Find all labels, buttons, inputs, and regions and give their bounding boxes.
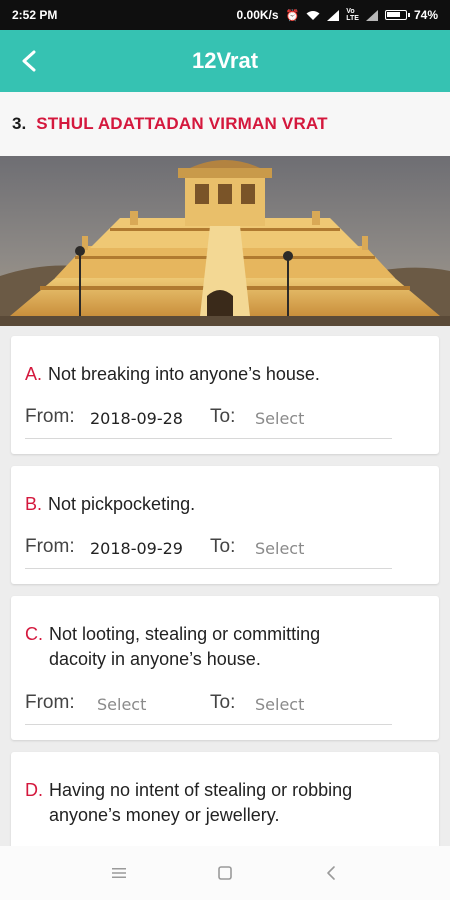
from-underline [25, 438, 210, 439]
from-underline [25, 568, 210, 569]
to-label: To: [210, 536, 236, 557]
from-date-field[interactable]: Select [97, 695, 146, 714]
section-header: 3. STHUL ADATTADAN VIRMAN VRAT [0, 92, 450, 156]
from-label: From: [25, 406, 75, 427]
vow-description-line2: dacoity in anyone’s house. [49, 649, 261, 669]
vow-description-line1: Not looting, stealing or committing [49, 624, 321, 644]
menu-icon [112, 868, 126, 878]
from-label: From: [25, 536, 75, 557]
back-triangle-icon [327, 866, 335, 880]
menu-button[interactable] [106, 860, 132, 886]
vow-letter: B. [25, 494, 43, 514]
home-square-icon [218, 866, 232, 880]
from-underline [25, 724, 210, 725]
vow-description-line1: Having no intent of stealing or robbing [49, 780, 353, 800]
to-date-field[interactable]: Select [255, 695, 304, 714]
date-row: From: 2018-09-29 To: Select [25, 530, 395, 570]
vow-text: D. Having no intent of stealing or robbin… [25, 778, 425, 828]
to-date-field[interactable]: Select [255, 409, 304, 428]
chevron-left-icon [22, 50, 36, 72]
vow-description: Not pickpocketing. [48, 494, 196, 514]
system-back-button[interactable] [318, 860, 344, 886]
vow-description: Not breaking into anyone’s house. [48, 364, 320, 384]
from-date-field[interactable]: 2018-09-28 [90, 409, 183, 428]
signal-icon [327, 9, 340, 21]
temple-image [0, 156, 450, 326]
vow-text: A. Not breaking into anyone’s house. [25, 362, 425, 387]
to-underline [210, 438, 392, 439]
date-row: From: 2018-09-28 To: Select [25, 400, 395, 440]
vow-letter: D. [25, 780, 43, 800]
battery-icon [384, 10, 410, 20]
app-bar: 12Vrat [0, 30, 450, 92]
status-icons: 0.00K/s ⏰ Vo LTE 74% [237, 8, 438, 22]
status-bar: 2:52 PM 0.00K/s ⏰ Vo LTE 74% [0, 0, 450, 30]
battery-percent: 74% [413, 8, 438, 22]
network-speed: 0.00K/s [236, 8, 279, 22]
volte-icon: Vo LTE [346, 8, 359, 22]
vow-description-line2: anyone’s money or jewellery. [49, 805, 280, 825]
to-date-field[interactable]: Select [255, 539, 304, 558]
app-title: 12Vrat [191, 48, 259, 73]
date-row: From: Select To: Select [25, 686, 395, 726]
to-underline [210, 724, 392, 725]
system-nav-bar [0, 846, 450, 900]
vow-text: B. Not pickpocketing. [25, 492, 425, 517]
to-label: To: [210, 692, 236, 713]
section-title: STHUL ADATTADAN VIRMAN VRAT [36, 114, 328, 133]
vow-card-d: D. Having no intent of stealing or robbin… [11, 752, 439, 852]
status-time: 2:52 PM [12, 8, 58, 22]
to-underline [210, 568, 392, 569]
vow-letter: A. [25, 364, 43, 384]
from-label: From: [25, 692, 75, 713]
back-button[interactable] [12, 44, 46, 78]
vow-text: C. Not looting, stealing or committing da… [25, 622, 425, 672]
alarm-icon: ⏰ [285, 9, 300, 22]
section-number: 3. [12, 114, 27, 133]
vow-card-a: A. Not breaking into anyone’s house. From… [11, 336, 439, 454]
home-button[interactable] [212, 860, 238, 886]
wifi-icon [306, 10, 320, 20]
from-date-field[interactable]: 2018-09-29 [90, 539, 183, 558]
vow-card-c: C. Not looting, stealing or committing da… [11, 596, 439, 740]
signal-icon-2 [365, 9, 378, 21]
vow-card-b: B. Not pickpocketing. From: 2018-09-29 To… [11, 466, 439, 584]
vow-letter: C. [25, 624, 43, 644]
to-label: To: [210, 406, 236, 427]
